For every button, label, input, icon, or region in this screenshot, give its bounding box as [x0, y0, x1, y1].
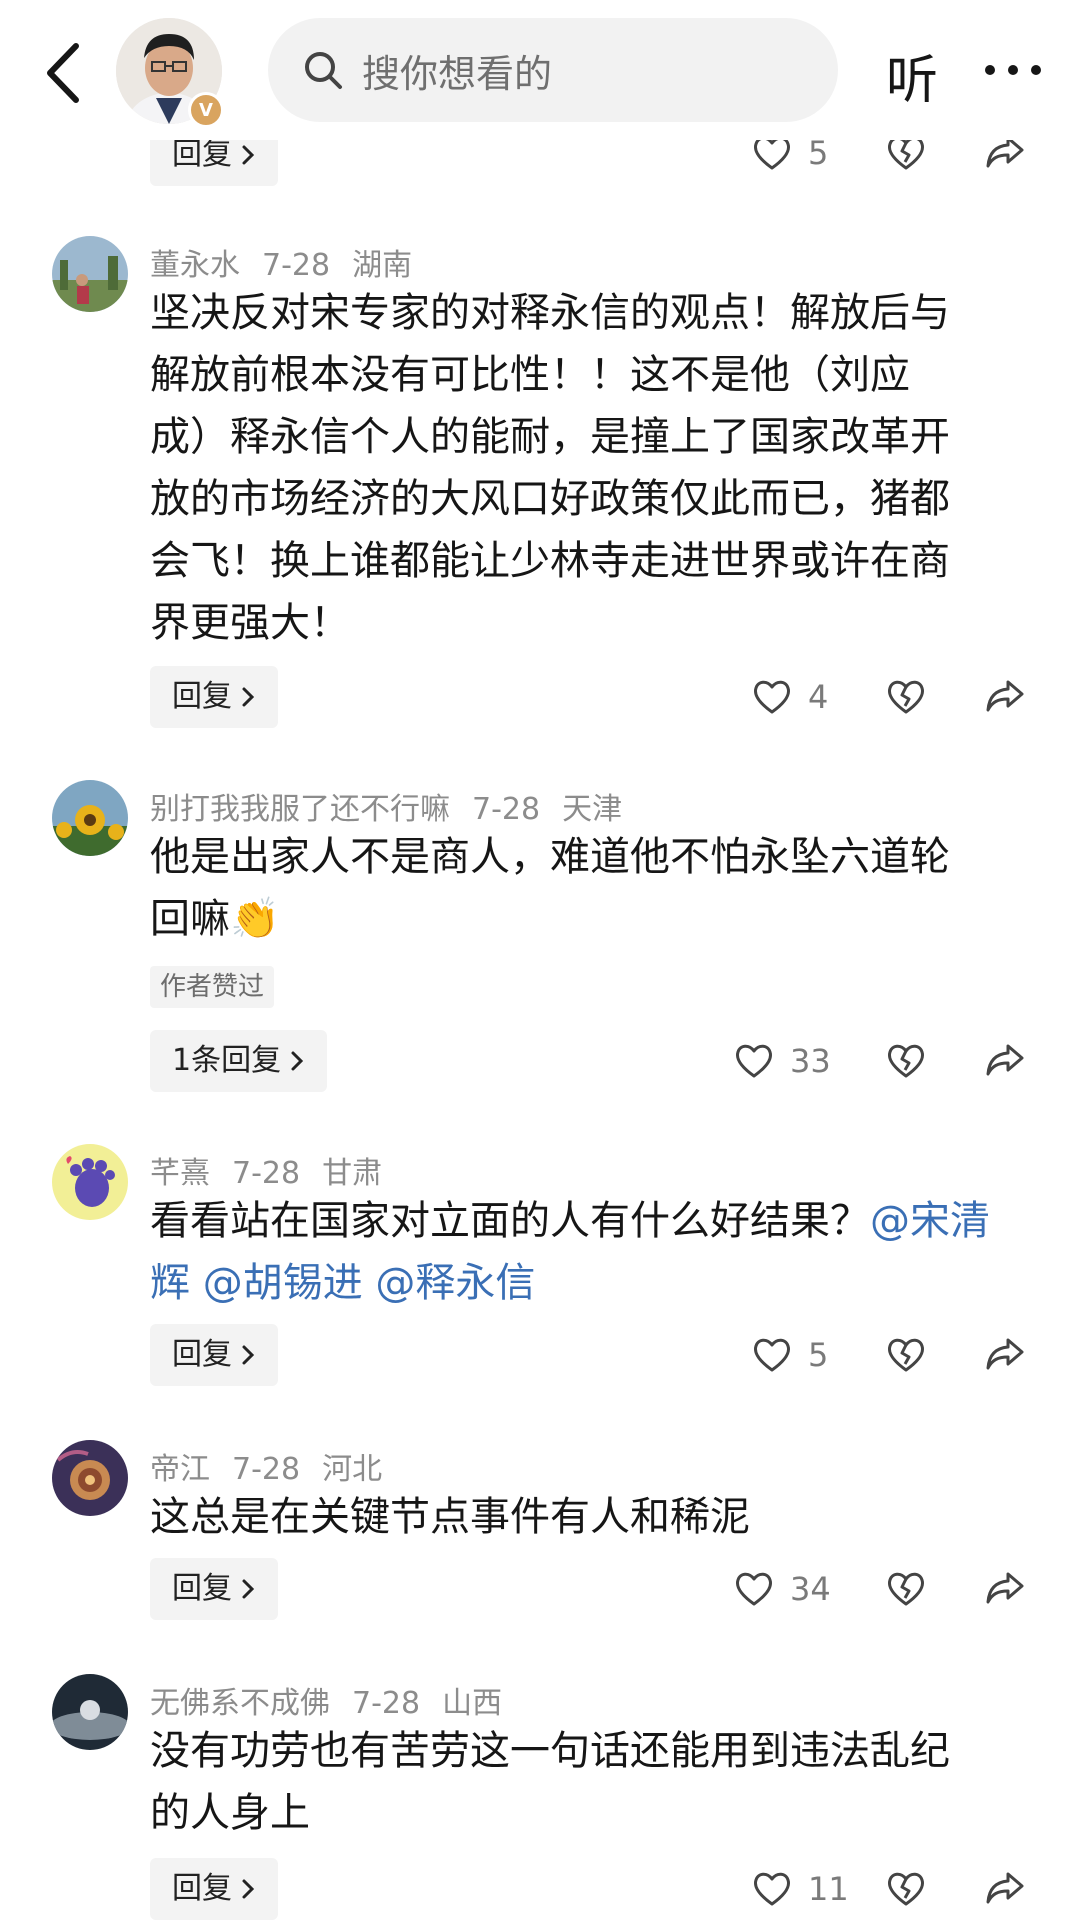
broken-heart-icon [888, 1872, 924, 1906]
comment-text: 没有功劳也有苦劳这一句话还能用到违法乱纪 的人身上 [150, 1728, 950, 1836]
more-button[interactable] [978, 48, 1048, 92]
comment-date: 7-28 [262, 248, 331, 283]
comment-date: 7-28 [352, 1686, 421, 1721]
share-icon [986, 680, 1024, 712]
comment-text: 坚决反对宋专家的对释永信的观点！解放后与 解放前根本没有可比性！！这不是他（刘应… [150, 290, 950, 646]
comment-location: 天津 [562, 792, 623, 827]
username[interactable]: 董永水 [150, 248, 240, 283]
comment-meta: 无佛系不成佛 7-28 山西 [150, 1678, 524, 1722]
comment-date: 7-28 [232, 1156, 301, 1191]
reply-button[interactable]: 回复 [150, 1858, 278, 1920]
share-icon [986, 1044, 1024, 1076]
like-count: 34 [790, 1570, 831, 1608]
like-button[interactable]: 11 [752, 1870, 849, 1908]
username[interactable]: 芊熹 [150, 1156, 210, 1191]
user-avatar[interactable] [52, 1674, 128, 1750]
comment-date: 7-28 [472, 792, 541, 827]
comment-meta: 董永水 7-28 湖南 [150, 240, 434, 284]
like-button[interactable]: 4 [752, 678, 828, 716]
share-button[interactable] [984, 1870, 1026, 1906]
comment-meta: 帝江 7-28 河北 [150, 1444, 404, 1488]
search-input[interactable]: 搜你想看的 [268, 18, 838, 122]
search-icon [305, 52, 342, 89]
comment-text: 看看站在国家对立面的人有什么好结果？@宋清 辉 @胡锡进 @释永信 [150, 1198, 990, 1306]
more-icon [985, 65, 1041, 75]
like-button[interactable]: 34 [734, 1570, 831, 1608]
like-count: 5 [808, 1336, 829, 1374]
username[interactable]: 别打我我服了还不行嘛 [150, 792, 450, 827]
reply-button[interactable]: 1条回复 [150, 1030, 328, 1092]
broken-heart-icon [888, 1572, 924, 1606]
comment-date: 7-28 [232, 1452, 301, 1487]
mention-link[interactable]: 辉 @胡锡进 @释永信 [150, 1260, 535, 1306]
chevron-left-icon [47, 43, 79, 103]
search-placeholder: 搜你想看的 [362, 51, 553, 96]
reply-button[interactable]: 回复 [150, 1558, 278, 1620]
user-avatar[interactable] [52, 1440, 128, 1516]
comment-meta: 芊熹 7-28 甘肃 [150, 1148, 404, 1192]
like-button[interactable]: 5 [752, 1336, 828, 1374]
comment-location: 甘肃 [322, 1156, 383, 1191]
chevron-right-icon [242, 145, 255, 165]
share-icon [986, 1338, 1024, 1370]
top-bar: V 搜你想看的 听 [0, 0, 1080, 140]
comment-text: 他是出家人不是商人，难道他不怕永坠六道轮 回嘛👏 [150, 834, 950, 942]
user-avatar[interactable] [52, 780, 128, 856]
listen-button[interactable]: 听 [886, 38, 938, 113]
like-count: 33 [790, 1042, 831, 1080]
heart-icon [754, 680, 790, 714]
heart-icon [736, 1044, 772, 1078]
chevron-right-icon [291, 1051, 304, 1071]
mention-link[interactable]: @宋清 [870, 1198, 990, 1244]
username[interactable]: 无佛系不成佛 [150, 1686, 330, 1721]
comment-meta: 别打我我服了还不行嘛 7-28 天津 [150, 784, 644, 828]
share-button[interactable] [984, 1336, 1026, 1372]
author-liked-badge: 作者赞过 [150, 966, 275, 1008]
share-icon [986, 1872, 1024, 1904]
username[interactable]: 帝江 [150, 1452, 210, 1487]
chevron-right-icon [242, 1345, 255, 1365]
chevron-right-icon [242, 1579, 255, 1599]
broken-heart-icon [888, 680, 924, 714]
like-count: 4 [808, 678, 829, 716]
share-button[interactable] [984, 1042, 1026, 1078]
chevron-right-icon [242, 687, 255, 707]
dislike-button[interactable] [886, 1336, 926, 1374]
verified-badge-icon: V [188, 92, 224, 128]
reply-button[interactable]: 回复 [150, 666, 278, 728]
share-icon [986, 1572, 1024, 1604]
dislike-button[interactable] [886, 1570, 926, 1608]
user-avatar[interactable] [52, 236, 128, 312]
like-count: 11 [808, 1870, 849, 1908]
user-avatar[interactable] [52, 1144, 128, 1220]
back-button[interactable] [40, 38, 90, 108]
comment-location: 山西 [442, 1686, 503, 1721]
heart-icon [754, 1338, 790, 1372]
heart-icon [754, 1872, 790, 1906]
share-button[interactable] [984, 1570, 1026, 1606]
share-button[interactable] [984, 678, 1026, 714]
reply-button[interactable]: 回复 [150, 1324, 278, 1386]
broken-heart-icon [888, 1338, 924, 1372]
comment-location: 河北 [322, 1452, 383, 1487]
chevron-right-icon [242, 1879, 255, 1899]
dislike-button[interactable] [886, 1042, 926, 1080]
broken-heart-icon [888, 1044, 924, 1078]
dislike-button[interactable] [886, 678, 926, 716]
clap-emoji: 👏 [230, 896, 280, 942]
comment-text: 这总是在关键节点事件有人和稀泥 [150, 1494, 750, 1540]
like-button[interactable]: 33 [734, 1042, 831, 1080]
heart-icon [736, 1572, 772, 1606]
dislike-button[interactable] [886, 1870, 926, 1908]
comment-location: 湖南 [352, 248, 413, 283]
